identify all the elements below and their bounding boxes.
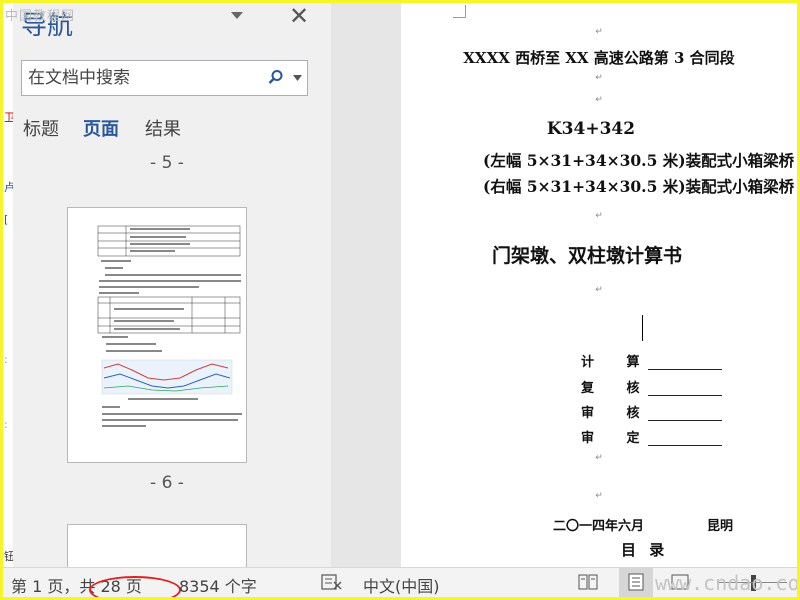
search-icon[interactable] <box>268 69 284 85</box>
search-input[interactable] <box>26 67 270 89</box>
doc-toc-heading: 目 录 <box>621 541 669 559</box>
read-mode-icon[interactable] <box>577 572 599 592</box>
document-page[interactable]: ↵ XXXX 西桥至 XX 高速公路第 3 合同段 ↵ ↵ K34+342 (左… <box>401 3 797 567</box>
sign-row-calc: 计 算 <box>581 351 722 370</box>
sign-row-review: 复 核 <box>581 377 722 396</box>
watermark-top: 中国教程网 <box>5 9 76 24</box>
close-icon[interactable]: ✕ <box>289 3 309 29</box>
sign-label: 计 算 <box>581 355 654 370</box>
sign-label: 审 核 <box>581 406 654 421</box>
language-status[interactable]: 中文(中国) <box>363 573 440 597</box>
proofing-icon[interactable] <box>321 572 343 592</box>
print-layout-button[interactable] <box>619 568 653 597</box>
sign-line <box>647 406 722 421</box>
doc-date: 二〇一四年六月 <box>553 519 645 534</box>
highlight-annotation <box>89 576 181 597</box>
sign-label: 复 核 <box>581 381 654 396</box>
sign-line <box>647 431 722 446</box>
page-label-5: - 5 - <box>150 153 184 173</box>
paragraph-mark: ↵ <box>595 285 603 295</box>
search-box <box>21 60 308 96</box>
sign-line <box>647 381 722 396</box>
sign-label: 审 定 <box>581 431 654 446</box>
page-thumbnail-image <box>97 225 242 427</box>
sign-row-approve: 审 定 <box>581 427 722 446</box>
doc-line-left-bridge: (左幅 5×31+34×30.5 米)装配式小箱梁桥 <box>483 151 795 170</box>
navigation-pane: 导航 ✕ 标题 页面 结果 - 5 - <box>13 3 332 568</box>
tab-pages[interactable]: 页面 <box>83 115 119 141</box>
word-window: 卫 卢 [ : : 钮 导航 ✕ 标题 页面 结果 - 5 - <box>3 3 797 597</box>
dropdown-arrow-icon[interactable] <box>229 7 245 23</box>
doc-line-right-bridge: (右幅 5×31+34×30.5 米)装配式小箱梁桥 <box>483 177 795 196</box>
paragraph-mark: ↵ <box>595 95 603 105</box>
page-corner-mark <box>453 5 466 18</box>
doc-line-station: K34+342 <box>546 119 636 139</box>
doc-line-project: XXXX 西桥至 XX 高速公路第 3 合同段 <box>463 49 735 67</box>
tab-results[interactable]: 结果 <box>145 115 181 141</box>
word-count-status[interactable]: 8354 个字 <box>179 573 257 597</box>
doc-place: 昆明 <box>707 519 734 534</box>
page-thumbnail-6[interactable] <box>67 524 247 568</box>
paragraph-mark: ↵ <box>595 211 603 221</box>
document-gutter <box>331 3 401 567</box>
text-cursor <box>642 315 643 341</box>
tab-headings[interactable]: 标题 <box>23 115 59 141</box>
status-bar: 第 1 页，共 28 页 8354 个字 中文(中国) www.cndao.co… <box>3 567 797 597</box>
watermark: www.cndao.com <box>655 571 797 595</box>
sign-row-audit: 审 核 <box>581 402 722 421</box>
paragraph-mark: ↵ <box>595 491 603 501</box>
page-thumbnail-5[interactable] <box>67 207 247 463</box>
doc-title: 门架墩、双柱墩计算书 <box>491 245 682 267</box>
paragraph-mark: ↵ <box>595 453 603 463</box>
print-layout-icon <box>628 573 644 591</box>
search-options-icon[interactable] <box>293 75 302 81</box>
sign-line <box>647 355 722 370</box>
paragraph-mark: ↵ <box>595 73 603 83</box>
page-label-6: - 6 - <box>150 473 184 493</box>
paragraph-mark: ↵ <box>595 27 603 37</box>
